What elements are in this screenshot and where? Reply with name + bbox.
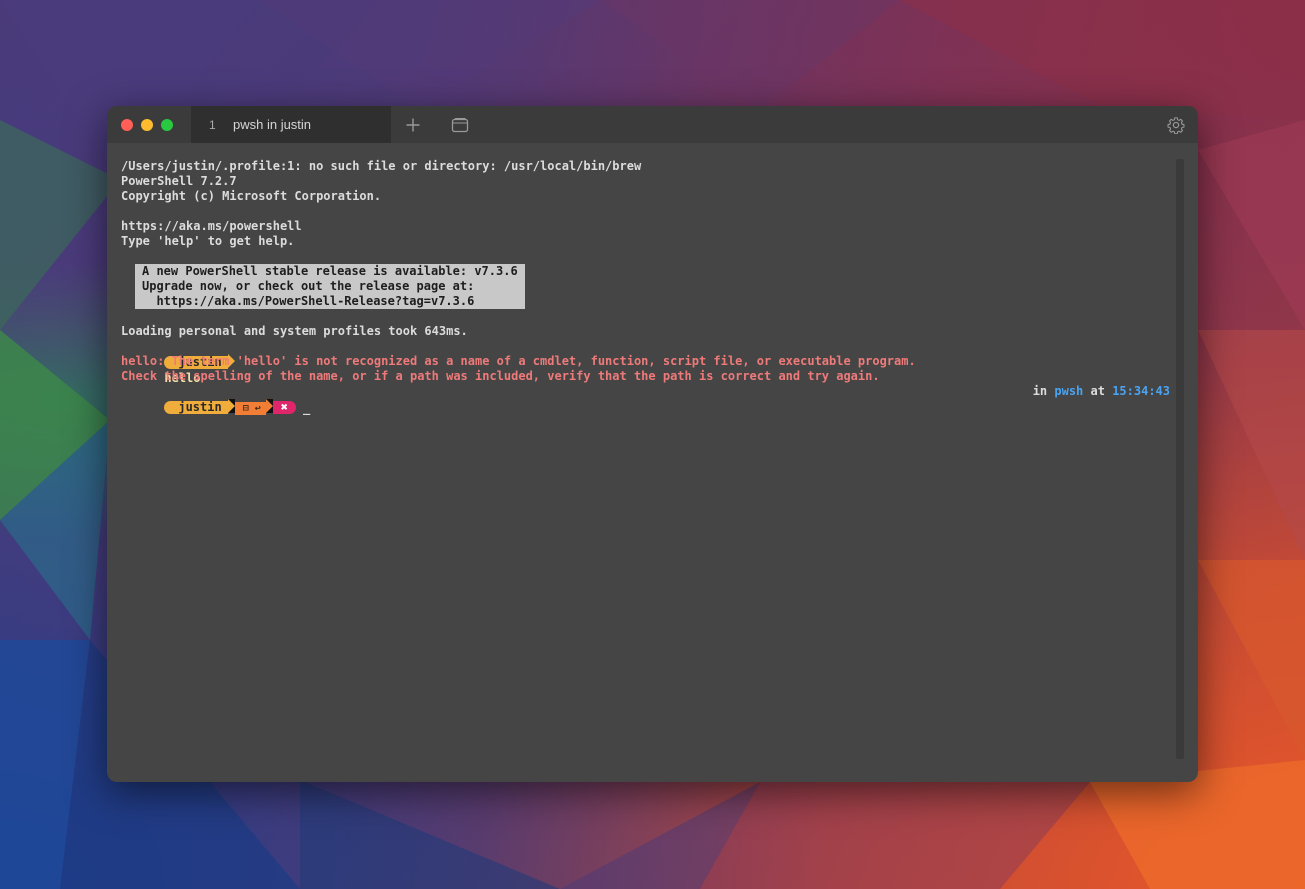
update-banner: A new PowerShell stable release is avail… <box>121 264 1170 309</box>
prompt-error-status: ✖ <box>272 401 297 414</box>
terminal-window: 1 pwsh in justin /Users/justin/.profile:… <box>107 106 1198 782</box>
banner-line: A new PowerShell stable release is avail… <box>142 264 518 278</box>
new-tab-button[interactable] <box>402 114 424 136</box>
prompt-line: justin ⊟ ↩ ✖ _ in pwsh at 15:34:43 <box>121 384 1170 415</box>
tab-index: 1 <box>209 117 216 132</box>
cursor: _ <box>303 401 311 415</box>
right-prompt: in pwsh at 15:34:43 <box>1033 384 1170 399</box>
tab-pwsh[interactable]: 1 pwsh in justin <box>191 106 391 143</box>
scrollbar[interactable] <box>1176 159 1184 759</box>
prompt-line: justin hello <box>121 339 1170 385</box>
maximize-window-button[interactable] <box>161 119 173 131</box>
prompt-arrow-icon <box>265 399 273 413</box>
tab-overview-button[interactable] <box>449 114 471 136</box>
title-bar: 1 pwsh in justin <box>107 106 1198 143</box>
loading-line: Loading personal and system profiles too… <box>121 324 468 338</box>
output-line: /Users/justin/.profile:1: no such file o… <box>121 159 642 173</box>
banner-line: Upgrade now, or check out the release pa… <box>142 279 475 293</box>
right-prompt-shell: pwsh <box>1054 384 1084 398</box>
prompt-git-segment: ⊟ ↩ <box>234 402 266 415</box>
output-line: Type 'help' to get help. <box>121 234 295 248</box>
prompt-arrow-icon <box>227 399 235 413</box>
tab-overview-icon <box>451 117 469 133</box>
terminal-output[interactable]: /Users/justin/.profile:1: no such file o… <box>121 159 1170 415</box>
output-line: Copyright (c) Microsoft Corporation. <box>121 189 382 203</box>
right-prompt-time: 15:34:43 <box>1112 384 1170 398</box>
minimize-window-button[interactable] <box>141 119 153 131</box>
right-prompt-in: in <box>1032 384 1048 398</box>
prompt-user-segment: justin <box>164 401 228 414</box>
update-banner-box: A new PowerShell stable release is avail… <box>135 264 525 309</box>
settings-button[interactable] <box>1165 114 1187 136</box>
banner-line: https://aka.ms/PowerShell-Release?tag=v7… <box>142 294 475 308</box>
output-line: https://aka.ms/powershell <box>121 219 302 233</box>
error-line: Check the spelling of the name, or if a … <box>121 369 880 383</box>
gear-icon <box>1167 117 1185 134</box>
tab-title: pwsh in justin <box>233 117 312 132</box>
right-prompt-at: at <box>1090 384 1105 398</box>
plus-icon <box>406 118 420 132</box>
error-line: hello: The term 'hello' is not recognize… <box>121 354 916 368</box>
output-line: PowerShell 7.2.7 <box>121 174 237 188</box>
close-window-button[interactable] <box>121 119 133 131</box>
